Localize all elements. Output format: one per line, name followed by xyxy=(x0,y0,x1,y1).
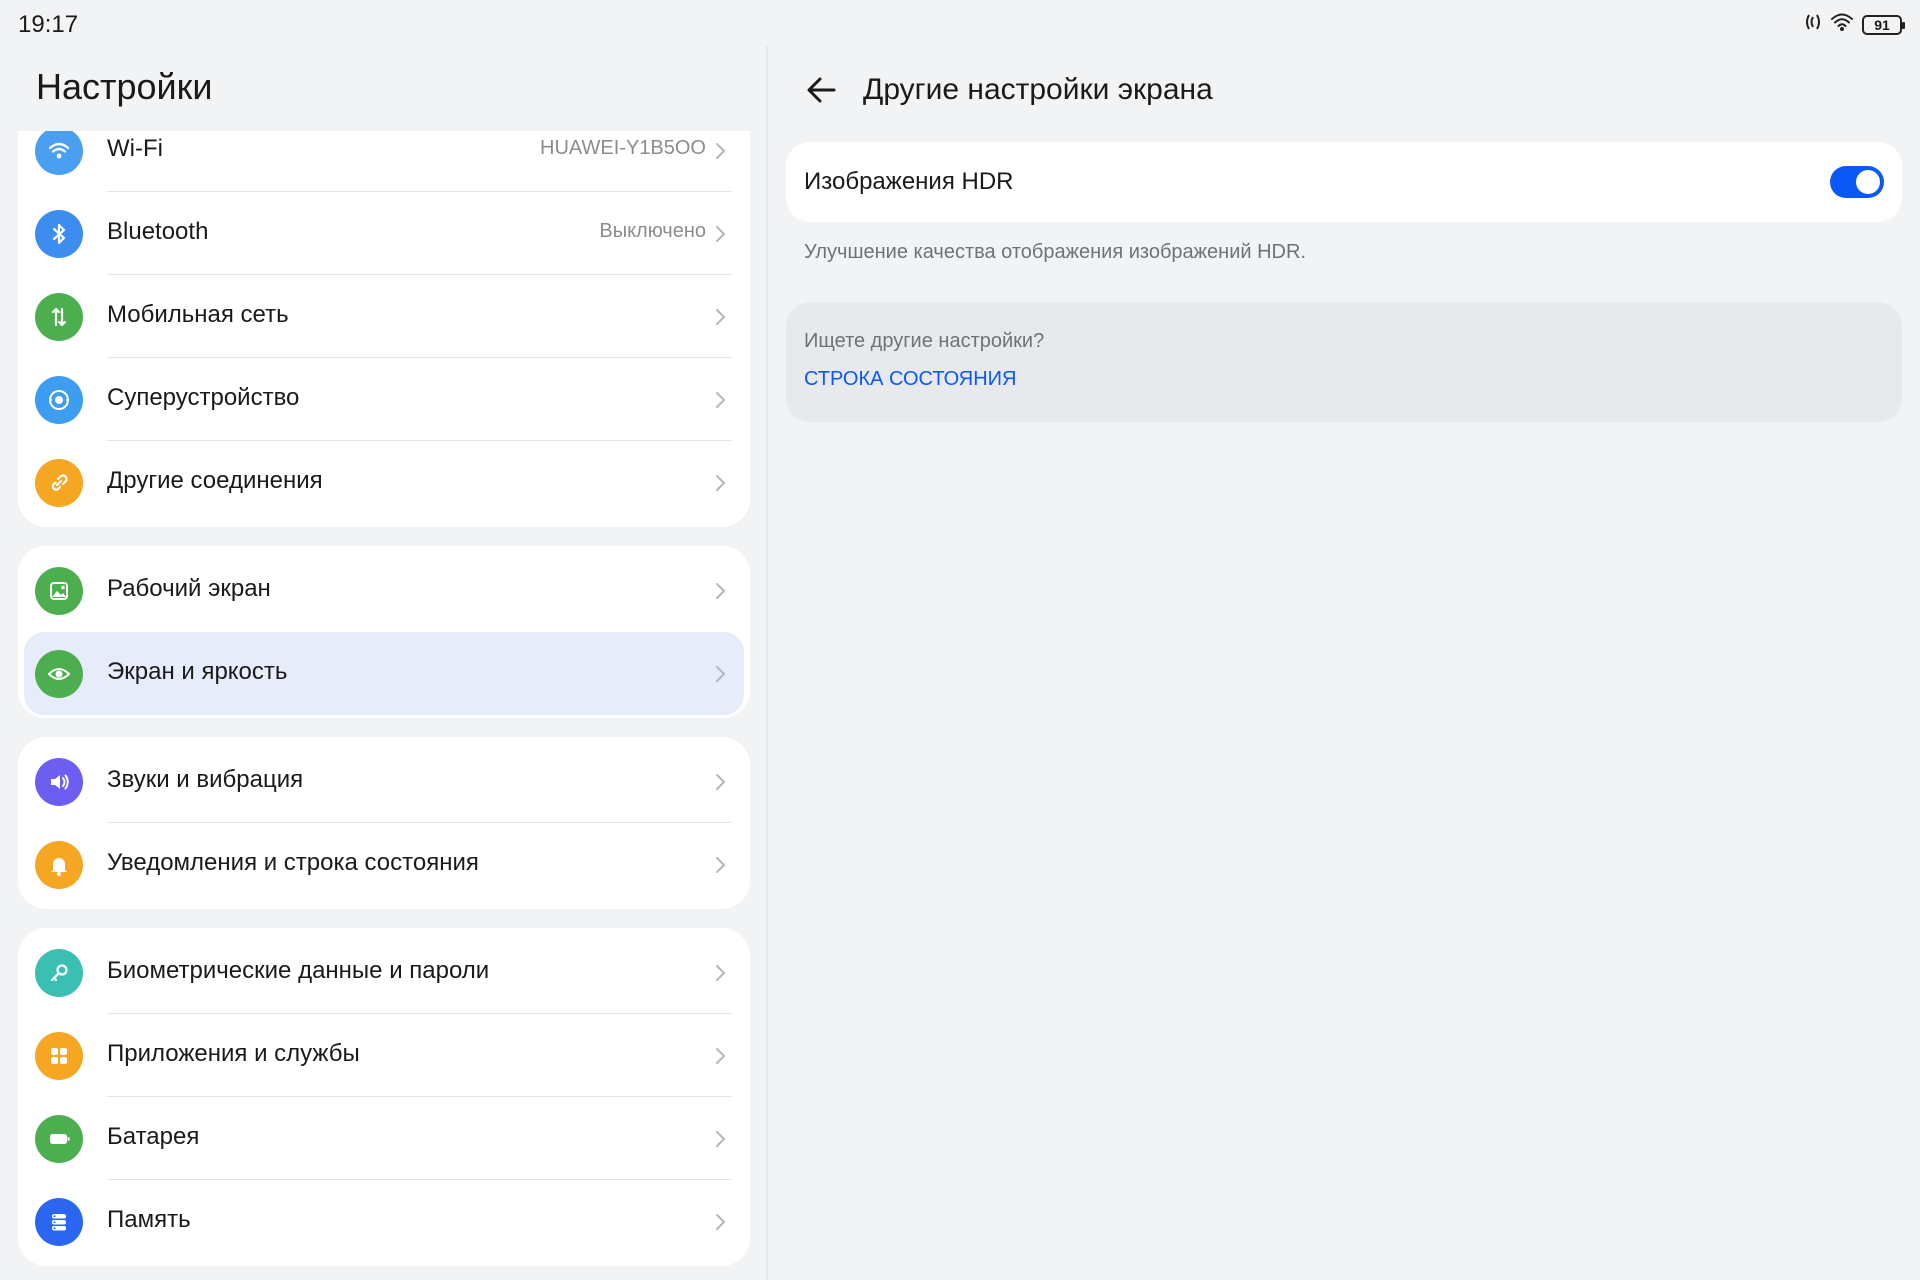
chevron-right-icon xyxy=(716,226,725,242)
link-icon xyxy=(35,459,83,507)
back-button[interactable] xyxy=(802,70,842,110)
settings-item-label: Рабочий экран xyxy=(107,575,271,602)
eye-icon xyxy=(35,650,83,698)
settings-item-speaker[interactable]: Звуки и вибрация xyxy=(18,740,750,823)
settings-item-label: Экран и яркость xyxy=(107,658,288,685)
settings-group-2: Рабочий экран Экран и яркость xyxy=(18,546,750,718)
status-icons: 91 xyxy=(1804,12,1905,37)
more-settings-title: Ищете другие настройки? xyxy=(804,330,1045,352)
wifi-icon xyxy=(35,131,83,175)
settings-item-super-device[interactable]: Суперустройство xyxy=(18,358,750,441)
chevron-right-icon xyxy=(716,475,725,491)
settings-group-4: Биометрические данные и пароли Приложения… xyxy=(18,928,750,1266)
settings-item-label: Суперустройство xyxy=(107,384,300,411)
settings-item-label: Другие соединения xyxy=(107,467,323,494)
chevron-right-icon xyxy=(716,1048,725,1064)
settings-item-key[interactable]: Биометрические данные и пароли xyxy=(18,931,750,1014)
hdr-label: Изображения HDR xyxy=(804,168,1014,195)
hdr-description: Улучшение качества отображения изображен… xyxy=(804,241,1307,263)
settings-item-label: Уведомления и строка состояния xyxy=(107,849,479,876)
key-icon xyxy=(35,949,83,997)
settings-item-label: Wi-Fi xyxy=(107,135,163,162)
settings-group-1: Wi-Fi HUAWEI-Y1B5OO Bluetooth Выключено Моби… xyxy=(18,131,750,527)
settings-item-storage[interactable]: Память xyxy=(18,1180,750,1263)
page-title: Настройки xyxy=(36,66,213,107)
status-bar: 19:17 91 xyxy=(0,0,1920,46)
settings-item-eye[interactable]: Экран и яркость xyxy=(24,632,744,715)
chevron-right-icon xyxy=(716,857,725,873)
settings-item-label: Bluetooth xyxy=(107,218,209,245)
settings-item-wifi[interactable]: Wi-Fi HUAWEI-Y1B5OO xyxy=(18,131,750,192)
settings-item-cellular[interactable]: Мобильная сеть xyxy=(18,275,750,358)
apps-icon xyxy=(35,1032,83,1080)
settings-item-bell[interactable]: Уведомления и строка состояния xyxy=(18,823,750,906)
chevron-right-icon xyxy=(716,1214,725,1230)
chevron-right-icon xyxy=(716,965,725,981)
settings-group-3: Звуки и вибрация Уведомления и строка сос… xyxy=(18,737,750,909)
chevron-right-icon xyxy=(716,583,725,599)
status-bar-link[interactable]: СТРОКА СОСТОЯНИЯ xyxy=(804,368,1016,391)
toggle-knob xyxy=(1856,170,1880,194)
settings-item-label: Мобильная сеть xyxy=(107,301,289,328)
wallpaper-icon xyxy=(35,567,83,615)
detail-title: Другие настройки экрана xyxy=(863,73,1213,106)
more-settings-card: Ищете другие настройки? СТРОКА СОСТОЯНИЯ xyxy=(786,302,1902,422)
hdr-setting-card[interactable]: Изображения HDR xyxy=(786,142,1902,222)
bell-icon xyxy=(35,841,83,889)
settings-item-battery[interactable]: Батарея xyxy=(18,1097,750,1180)
chevron-right-icon xyxy=(716,143,725,159)
settings-item-label: Приложения и службы xyxy=(107,1040,360,1067)
wifi-icon xyxy=(1830,12,1854,37)
chevron-right-icon xyxy=(716,1131,725,1147)
chevron-right-icon xyxy=(716,392,725,408)
settings-list-pane: Настройки Wi-Fi HUAWEI-Y1B5OO Bluetooth Вык… xyxy=(0,46,766,1280)
chevron-right-icon xyxy=(716,666,725,682)
settings-item-value: HUAWEI-Y1B5OO xyxy=(540,137,706,159)
settings-item-label: Память xyxy=(107,1206,191,1233)
storage-icon xyxy=(35,1198,83,1246)
settings-item-wallpaper[interactable]: Рабочий экран xyxy=(18,549,750,632)
arrow-left-icon xyxy=(807,77,836,103)
bluetooth-icon xyxy=(35,210,83,258)
chevron-right-icon xyxy=(716,309,725,325)
battery-icon xyxy=(35,1115,83,1163)
speaker-icon xyxy=(35,758,83,806)
detail-pane: Другие настройки экрана Изображения HDR … xyxy=(768,46,1920,1280)
settings-item-value: Выключено xyxy=(599,220,706,242)
settings-item-link[interactable]: Другие соединения xyxy=(18,441,750,524)
hdr-toggle[interactable] xyxy=(1830,166,1884,198)
settings-item-label: Звуки и вибрация xyxy=(107,766,304,793)
status-time: 19:17 xyxy=(18,11,79,38)
super-device-icon xyxy=(35,376,83,424)
nfc-icon xyxy=(1804,12,1822,37)
settings-item-apps[interactable]: Приложения и службы xyxy=(18,1014,750,1097)
settings-item-label: Биометрические данные и пароли xyxy=(107,957,490,984)
settings-item-bluetooth[interactable]: Bluetooth Выключено xyxy=(18,192,750,275)
settings-item-label: Батарея xyxy=(107,1123,200,1150)
cellular-icon xyxy=(35,293,83,341)
battery-icon: 91 xyxy=(1862,14,1905,35)
settings-list[interactable]: Wi-Fi HUAWEI-Y1B5OO Bluetooth Выключено Моби… xyxy=(0,131,766,1280)
chevron-right-icon xyxy=(716,774,725,790)
